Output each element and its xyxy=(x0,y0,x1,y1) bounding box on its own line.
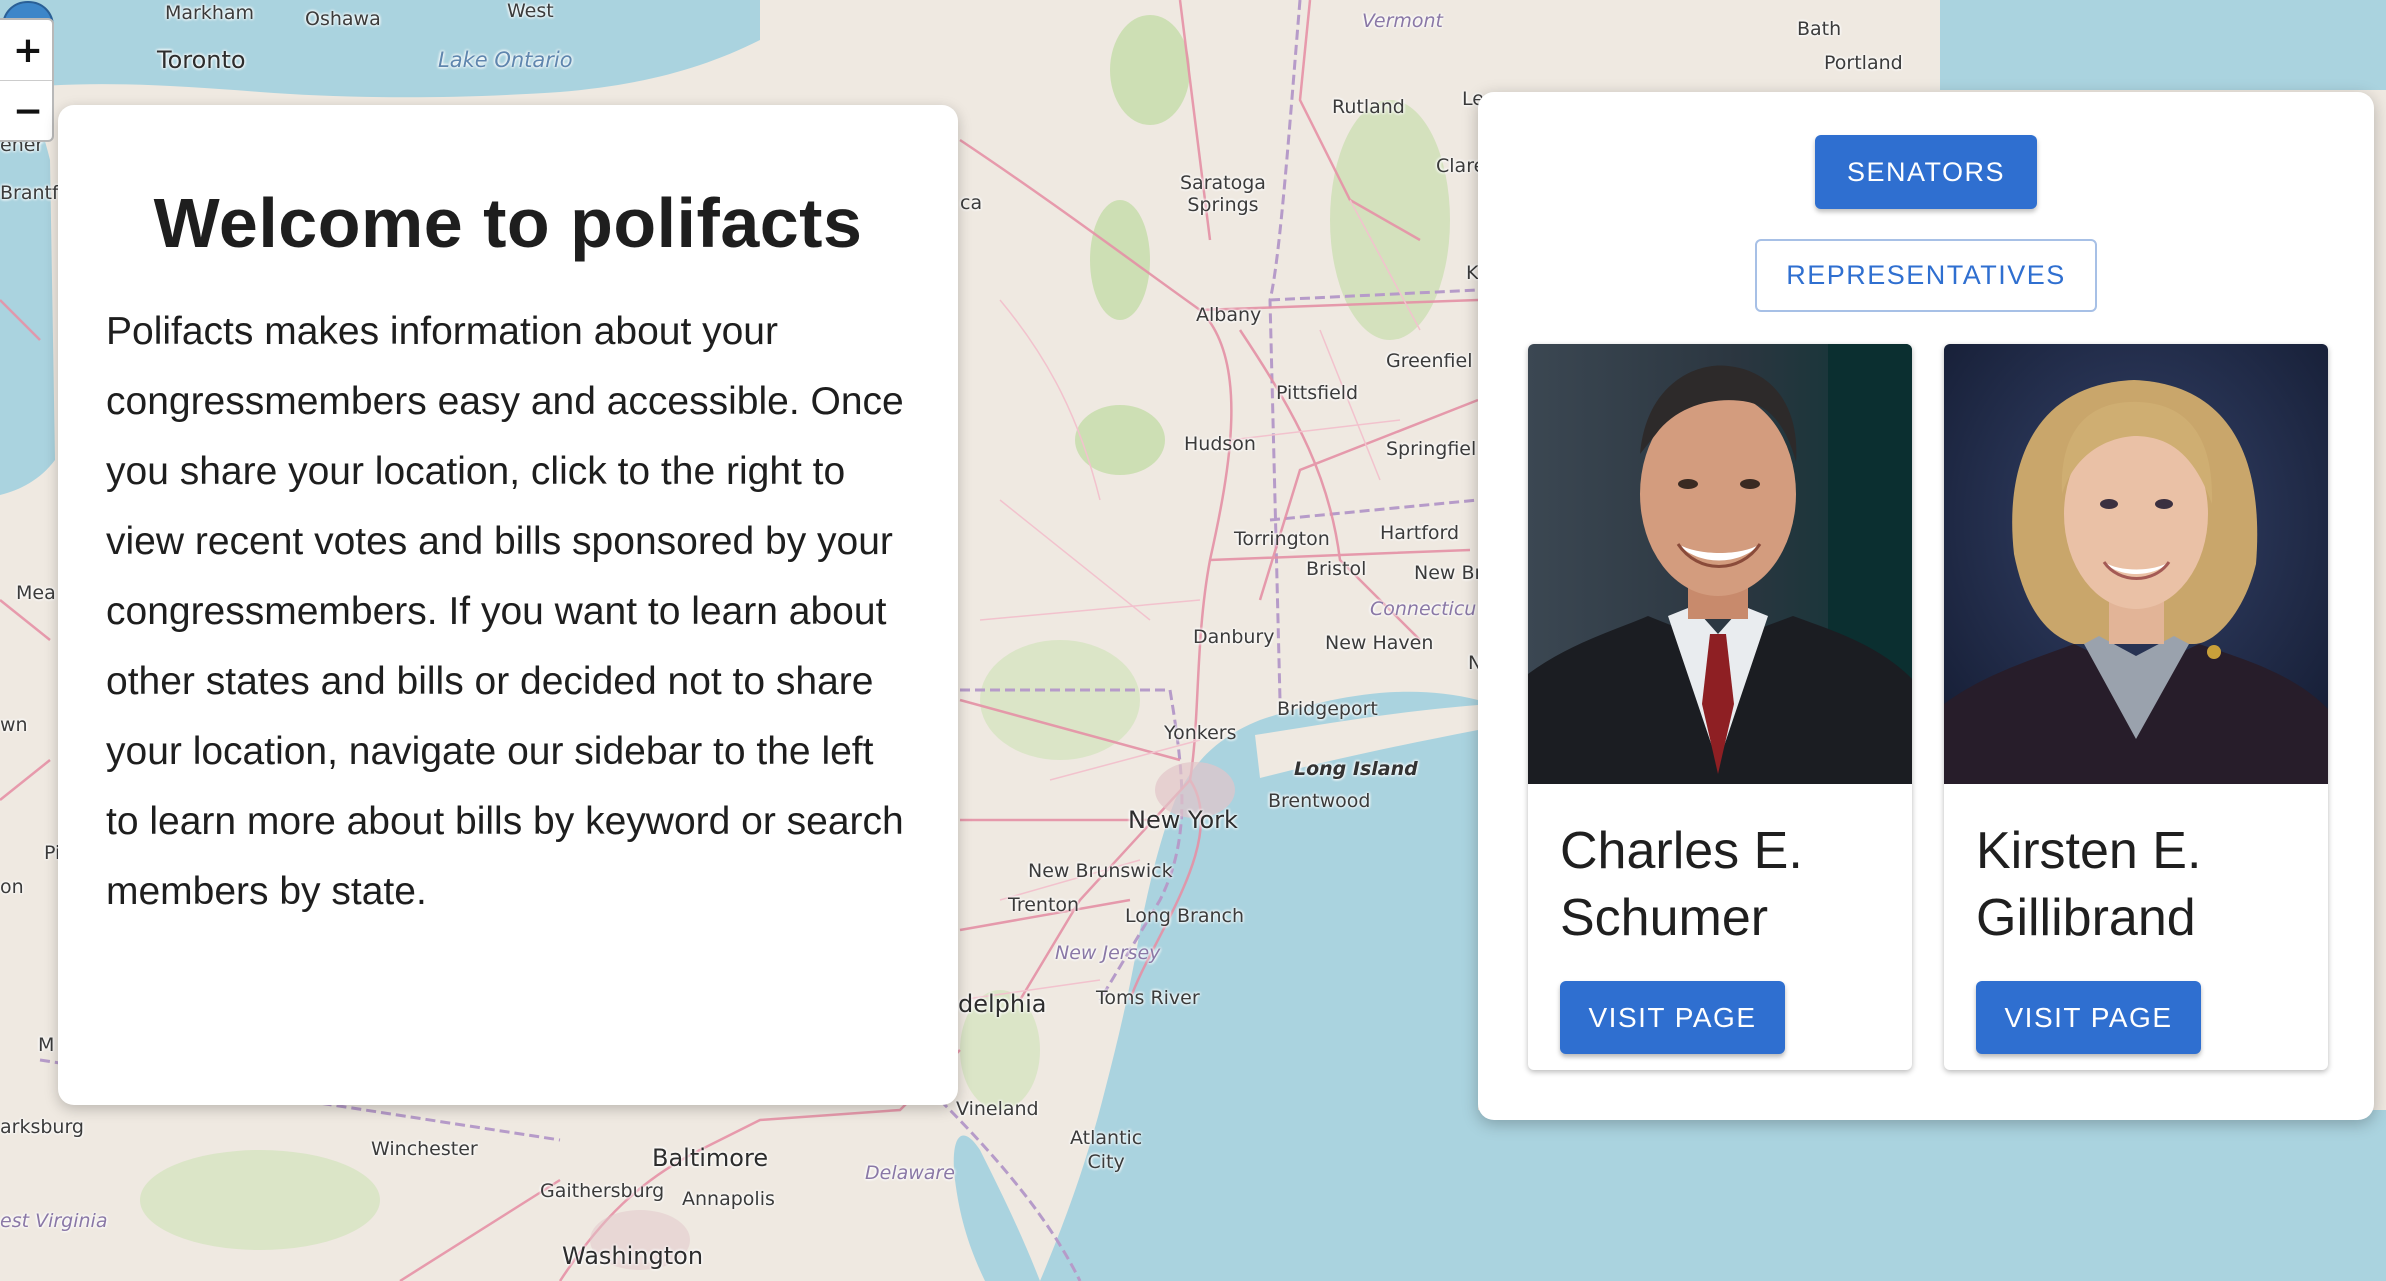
member-card-schumer: Charles E. Schumer VISIT PAGE xyxy=(1528,344,1912,1070)
map-label-pittsfield: Pittsfield xyxy=(1276,382,1359,404)
map-label-new-york: New York xyxy=(1128,806,1238,834)
map-label-lake-ontario: Lake Ontario xyxy=(438,48,573,72)
map-label-portland: Portland xyxy=(1824,52,1903,74)
map-label-bristol: Bristol xyxy=(1306,558,1367,580)
map-label-gaithersburg: Gaithersburg xyxy=(540,1180,665,1202)
map-label-springfield: Springfiel xyxy=(1386,438,1477,460)
visit-page-button-gillibrand[interactable]: VISIT PAGE xyxy=(1976,981,2201,1054)
map-label-atlantic-city: Atlantic City xyxy=(1070,1127,1143,1173)
welcome-description: Polifacts makes information about your c… xyxy=(106,310,904,913)
map-label-mea: Mea xyxy=(16,582,56,604)
member-photo-schumer xyxy=(1528,344,1912,784)
map-label-west-virginia: est Virginia xyxy=(0,1210,108,1232)
map-label-long-island: Long Island xyxy=(1294,758,1418,780)
map-label-delaware: Delaware xyxy=(865,1162,955,1184)
member-name-schumer: Charles E. Schumer xyxy=(1560,822,1803,947)
map-label-connecticut: Connecticu xyxy=(1370,598,1477,620)
map-label-hudson: Hudson xyxy=(1184,433,1256,455)
map-label-m: M xyxy=(38,1034,55,1056)
zoom-control: + − xyxy=(0,18,54,142)
map-label-torrington: Torrington xyxy=(1234,528,1330,550)
map-label-trenton: Trenton xyxy=(1008,894,1080,916)
map-label-yonkers: Yonkers xyxy=(1164,722,1237,744)
zoom-out-button[interactable]: − xyxy=(0,80,52,140)
map-label-oshawa: Oshawa xyxy=(305,8,381,30)
map-label-long-branch: Long Branch xyxy=(1125,905,1245,927)
map-label-winchester: Winchester xyxy=(371,1138,478,1160)
map-label-toronto: Toronto xyxy=(157,46,246,74)
congress-members-panel: SENATORS REPRESENTATIVES Charles E. Schu… xyxy=(1478,92,2374,1120)
map-label-new-brunswick: New Brunswick xyxy=(1028,860,1173,882)
map-label-vermont: Vermont xyxy=(1362,10,1444,32)
map-label-rutland: Rutland xyxy=(1332,96,1405,118)
map-label-annapolis: Annapolis xyxy=(682,1188,775,1210)
senators-button[interactable]: SENATORS xyxy=(1815,135,2037,209)
map-label-washington: Washington xyxy=(562,1242,704,1270)
welcome-title: Welcome to polifacts xyxy=(153,184,863,262)
map-label-new-jersey: New Jersey xyxy=(1055,942,1161,964)
map-label-greenfield: Greenfiel xyxy=(1386,350,1473,372)
map-label-west: West xyxy=(507,0,554,22)
map-label-markham: Markham xyxy=(165,2,255,24)
member-card-gillibrand: Kirsten E. Gillibrand VISIT PAGE xyxy=(1944,344,2328,1070)
map-label-brantf: Brantf xyxy=(0,182,59,204)
representatives-button[interactable]: REPRESENTATIVES xyxy=(1755,239,2097,312)
visit-page-button-schumer[interactable]: VISIT PAGE xyxy=(1560,981,1785,1054)
map-label-wn: wn xyxy=(0,714,28,736)
map-label-vineland: Vineland xyxy=(956,1098,1039,1120)
map-label-saratoga-springs: Saratoga Springs xyxy=(1180,172,1266,216)
map-label-bridgeport: Bridgeport xyxy=(1277,698,1378,720)
map-label-k: K xyxy=(1466,262,1479,284)
welcome-card: Welcome to polifacts Polifacts makes inf… xyxy=(58,105,958,1105)
map-label-bath: Bath xyxy=(1797,18,1842,40)
member-name-gillibrand: Kirsten E. Gillibrand xyxy=(1976,822,2202,947)
map-label-brentwood: Brentwood xyxy=(1268,790,1371,812)
member-photo-gillibrand xyxy=(1944,344,2328,784)
map-label-arksburg: arksburg xyxy=(0,1116,84,1138)
map-label-baltimore: Baltimore xyxy=(652,1144,769,1172)
map-label-ca: ca xyxy=(960,192,983,214)
map-label-delphia: delphia xyxy=(958,990,1047,1018)
map-label-danbury: Danbury xyxy=(1193,626,1275,648)
map-label-on: on xyxy=(0,876,24,898)
map-label-new-britain: New Br xyxy=(1414,562,1483,584)
zoom-in-button[interactable]: + xyxy=(0,20,52,80)
map-label-albany: Albany xyxy=(1196,304,1262,326)
map-label-hartford: Hartford xyxy=(1380,522,1460,544)
map-label-new-haven: New Haven xyxy=(1325,632,1434,654)
map-label-toms-river: Toms River xyxy=(1096,987,1200,1009)
